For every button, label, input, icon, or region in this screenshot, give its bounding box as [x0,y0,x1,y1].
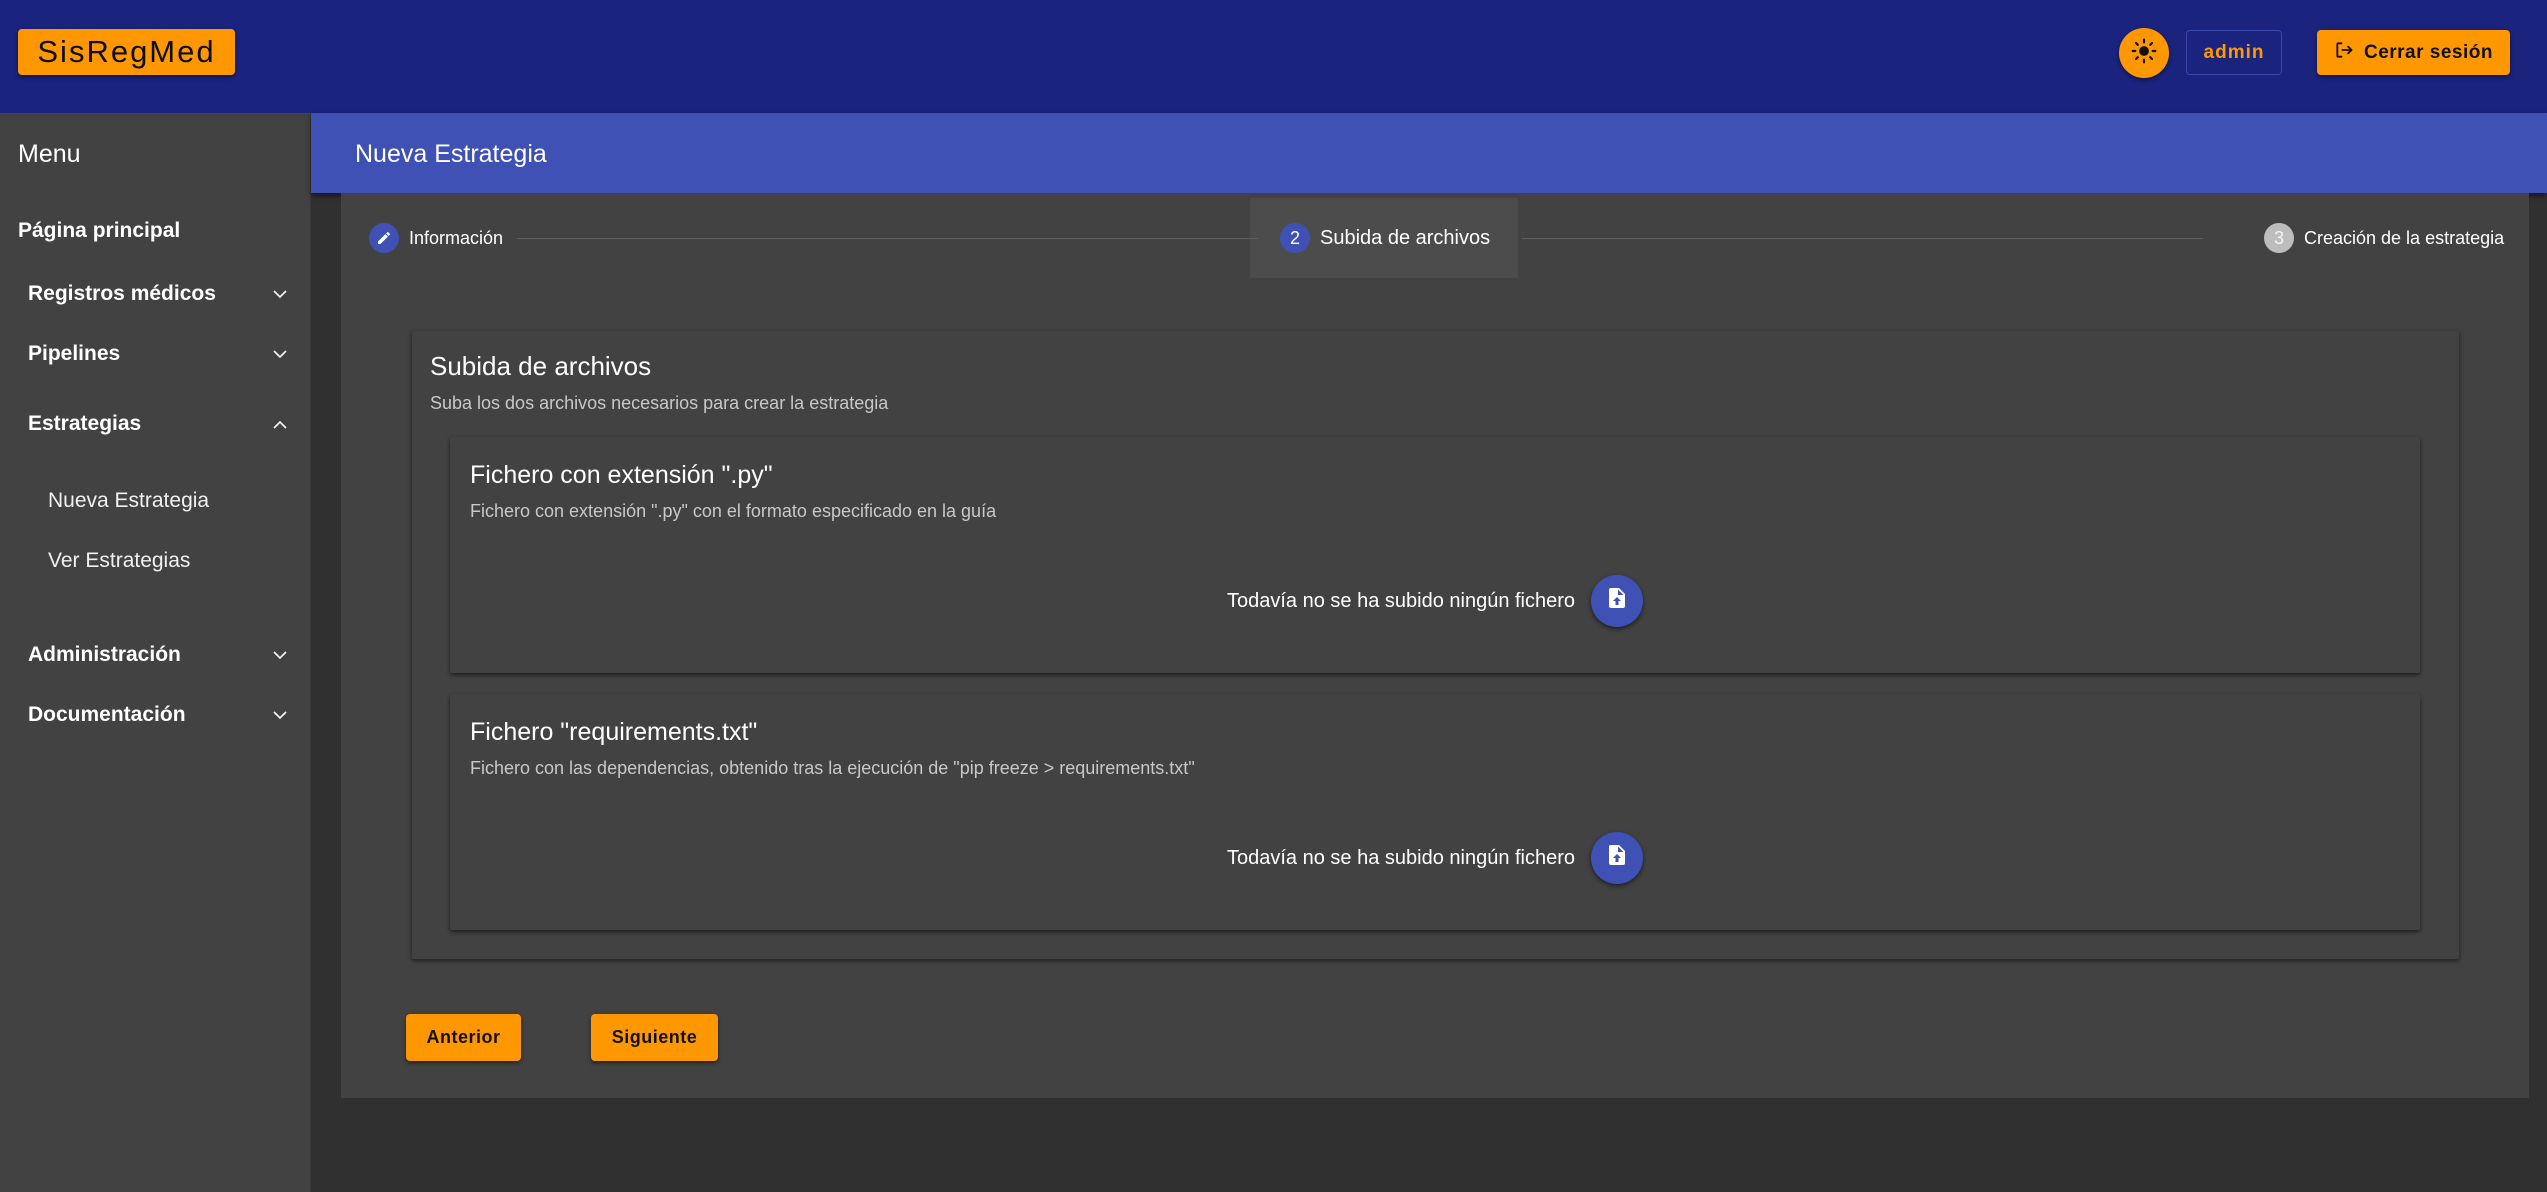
previous-button[interactable]: Anterior [406,1014,521,1061]
stepper-connector [517,238,1258,239]
file-upload-icon [1605,843,1629,873]
theme-toggle-button[interactable] [2119,28,2169,78]
step-subida-archivos[interactable]: 2 Subida de archivos [1280,223,1490,253]
chevron-up-icon [272,416,288,432]
sidebar-item-home[interactable]: Página principal [18,219,180,243]
page-title: Nueva Estrategia [355,140,547,168]
sidebar-title: Menu [18,140,81,168]
file-description: Fichero con las dependencias, obtenido t… [470,758,1195,778]
sidebar-item-nueva-estrategia[interactable]: Nueva Estrategia [48,489,209,513]
chevron-down-icon [272,346,288,362]
logout-button[interactable]: Cerrar sesión [2317,30,2510,75]
strategy-wizard: Información 2 Subida de archivos 3 Creac… [341,193,2529,1098]
sun-icon [2131,38,2157,69]
next-button[interactable]: Siguiente [591,1014,718,1061]
logout-label: Cerrar sesión [2363,41,2493,63]
file-status-text: Todavía no se ha subido ningún fichero [1227,846,1576,869]
file-upload-py: Fichero con extensión ".py" Fichero con … [450,437,2420,673]
brand-logo[interactable]: SisRegMed [18,29,235,75]
sidebar-group-pipelines[interactable]: Pipelines [28,339,288,369]
sidebar-group-label: Estrategias [28,412,142,435]
file-description: Fichero con extensión ".py" con el forma… [470,501,997,521]
step-label: Creación de la estrategia [2304,227,2505,248]
step-number: 2 [1280,223,1310,253]
step-creacion-estrategia[interactable]: 3 Creación de la estrategia [2264,223,2504,253]
sidebar-group-documentacion[interactable]: Documentación [28,700,288,730]
upload-file-button[interactable] [1591,575,1644,627]
page-header: Nueva Estrategia [311,113,2547,193]
file-status-text: Todavía no se ha subido ningún fichero [1227,589,1576,612]
file-title: Fichero con extensión ".py" [470,461,773,489]
upload-card-title: Subida de archivos [430,351,652,381]
sidebar-group-label: Pipelines [28,342,121,365]
sidebar-group-label: Administración [28,643,181,666]
stepper-connector [1522,238,2203,239]
sidebar-item-ver-estrategias[interactable]: Ver Estrategias [48,549,190,573]
sidebar-group-label: Registros médicos [28,282,216,305]
file-title: Fichero "requirements.txt" [470,718,758,746]
chevron-down-icon [272,707,288,723]
top-app-bar: SisRegMed admin Cerrar sesión [0,0,2547,113]
step-label: Subida de archivos [1320,226,1491,249]
upload-card: Subida de archivos Suba los dos archivos… [412,331,2459,959]
file-upload-icon [1605,586,1629,616]
sidebar: Menu Página principal Registros médicos … [0,113,311,1192]
step-informacion[interactable]: Información [369,223,503,253]
sidebar-group-label: Documentación [28,703,186,726]
sidebar-group-registros[interactable]: Registros médicos [28,279,288,309]
upload-file-button[interactable] [1591,832,1644,884]
chevron-down-icon [272,647,288,663]
sidebar-group-administracion[interactable]: Administración [28,640,288,670]
upload-card-subtitle: Suba los dos archivos necesarios para cr… [430,393,889,413]
step-number: 3 [2264,223,2294,253]
pencil-icon [369,223,399,253]
file-upload-requirements: Fichero "requirements.txt" Fichero con l… [450,694,2420,930]
logout-icon [2334,40,2354,66]
step-label: Información [409,227,504,248]
file-status-row: Todavía no se ha subido ningún fichero [1227,575,1644,627]
chevron-down-icon [272,286,288,302]
sidebar-group-estrategias[interactable]: Estrategias [28,409,288,439]
user-menu-button[interactable]: admin [2186,30,2282,75]
file-status-row: Todavía no se ha subido ningún fichero [1227,832,1644,884]
